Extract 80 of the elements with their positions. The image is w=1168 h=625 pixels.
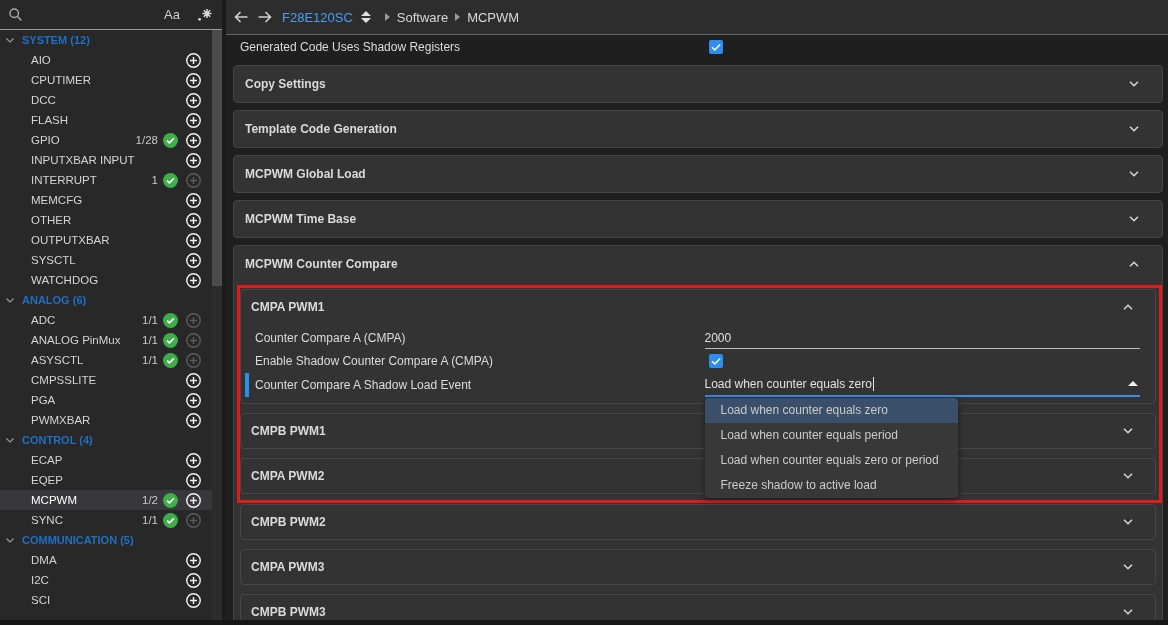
sidebar-item[interactable]: AIO	[0, 50, 212, 70]
subsection-header[interactable]: CMPB PWM2	[240, 504, 1156, 540]
sidebar-item[interactable]: DMA	[0, 550, 212, 570]
up-down-icon[interactable]	[360, 11, 371, 23]
item-count: 1/1	[142, 354, 158, 366]
sidebar-item[interactable]: ECAP	[0, 450, 212, 470]
sidebar-item[interactable]: FLASH	[0, 110, 212, 130]
triangle-up-icon[interactable]	[1128, 381, 1138, 386]
sidebar-item[interactable]: MEMCFG	[0, 190, 212, 210]
sidebar-item[interactable]: I2C	[0, 570, 212, 590]
back-arrow-icon[interactable]	[234, 11, 248, 23]
caret-down-icon[interactable]	[6, 297, 14, 303]
sidebar-item[interactable]: ADC 1/1	[0, 310, 212, 330]
item-count: 1/28	[135, 134, 158, 146]
sidebar-item[interactable]: GPIO 1/28	[0, 130, 212, 150]
sidebar-item[interactable]: ANALOG PinMux 1/1	[0, 330, 212, 350]
chevron-down-icon[interactable]	[1123, 564, 1133, 570]
scrollbar-thumb[interactable]	[212, 30, 222, 286]
dropdown-option[interactable]: Load when counter equals period	[704, 422, 958, 448]
forward-arrow-icon[interactable]	[258, 11, 272, 23]
dropdown-option[interactable]: Load when counter equals zero	[704, 397, 958, 423]
section-header[interactable]: MCPWM Time Base	[233, 200, 1163, 238]
sidebar-item[interactable]: OTHER	[0, 210, 212, 230]
search-icon	[9, 8, 22, 21]
section-header[interactable]: Copy Settings	[233, 65, 1163, 103]
sidebar-item[interactable]: ASYSCTL 1/1	[0, 350, 212, 370]
section-header[interactable]: MCPWM Global Load	[233, 155, 1163, 193]
sidebar-item[interactable]: EQEP	[0, 470, 212, 490]
section-header[interactable]: MCPWM Counter Compare	[234, 246, 1162, 282]
breadcrumb-separator-icon	[455, 13, 461, 21]
subsection-header[interactable]: CMPA PWM3	[240, 549, 1156, 585]
sidebar-item[interactable]: CMPSSLITE	[0, 370, 212, 390]
sidebar-item[interactable]: INPUTXBAR INPUT	[0, 150, 212, 170]
sidebar-item[interactable]: PGA	[0, 390, 212, 410]
text-field[interactable]: 2000	[704, 328, 1140, 349]
checkbox[interactable]	[709, 40, 723, 54]
sidebar-item[interactable]: INTERRUPT 1	[0, 170, 212, 190]
subsection-header[interactable]: CMPB PWM3	[240, 594, 1156, 620]
device-selector[interactable]: F28E120SC	[282, 9, 353, 25]
chevron-up-icon[interactable]	[1123, 304, 1133, 310]
chevron-down-icon[interactable]	[1123, 428, 1133, 434]
item-count: 1/1	[142, 514, 158, 526]
chevron-down-icon[interactable]	[1129, 216, 1139, 222]
field-label: Counter Compare A (CMPA)	[255, 330, 407, 345]
sidebar-item[interactable]: SYNC 1/1	[0, 510, 212, 530]
item-count: 1	[151, 174, 158, 186]
asterisk-icon[interactable]	[198, 8, 212, 21]
search-field[interactable]: Aa	[0, 0, 222, 30]
chevron-down-icon[interactable]	[1129, 171, 1139, 177]
breadcrumb-item[interactable]: Software	[396, 9, 449, 25]
sidebar-item[interactable]: SCI	[0, 590, 212, 610]
sidebar-item[interactable]: DCC	[0, 90, 212, 110]
checkbox[interactable]	[708, 353, 723, 368]
select-field[interactable]: Load when counter equals zero	[704, 372, 1140, 397]
sidebar-item[interactable]: WATCHDOG	[0, 270, 212, 290]
item-count: 1/1	[142, 314, 158, 326]
chevron-down-icon[interactable]	[1123, 519, 1133, 525]
sidebar-item[interactable]: CPUTIMER	[0, 70, 212, 90]
breadcrumb-item[interactable]: MCPWM	[467, 9, 520, 25]
item-count: 1/2	[142, 494, 158, 506]
field-label: Enable Shadow Counter Compare A (CMPA)	[255, 353, 494, 368]
sidebar-item[interactable]: MCPWM 1/2	[0, 490, 212, 510]
caret-down-icon[interactable]	[6, 437, 14, 443]
item-count: 1/1	[142, 334, 158, 346]
caret-down-icon[interactable]	[6, 37, 14, 43]
sidebar-item[interactable]: OUTPUTXBAR	[0, 230, 212, 250]
chevron-up-icon[interactable]	[1129, 261, 1139, 267]
subsection-header[interactable]: CMPA PWM1	[241, 290, 1155, 324]
field-label: Generated Code Uses Shadow Registers	[240, 40, 462, 54]
case-toggle[interactable]: Aa	[164, 7, 180, 22]
sidebar-item[interactable]: SYSCTL	[0, 250, 212, 270]
field-label: Counter Compare A Shadow Load Event	[255, 377, 473, 392]
chevron-down-icon[interactable]	[1123, 609, 1133, 615]
sidebar-item[interactable]: PWMXBAR	[0, 410, 212, 430]
breadcrumb-separator-icon	[384, 13, 390, 21]
chevron-down-icon[interactable]	[1129, 126, 1139, 132]
section-header[interactable]: Template Code Generation	[233, 110, 1163, 148]
chevron-down-icon[interactable]	[1129, 81, 1139, 87]
chevron-down-icon[interactable]	[1123, 473, 1133, 479]
caret-down-icon[interactable]	[6, 537, 14, 543]
